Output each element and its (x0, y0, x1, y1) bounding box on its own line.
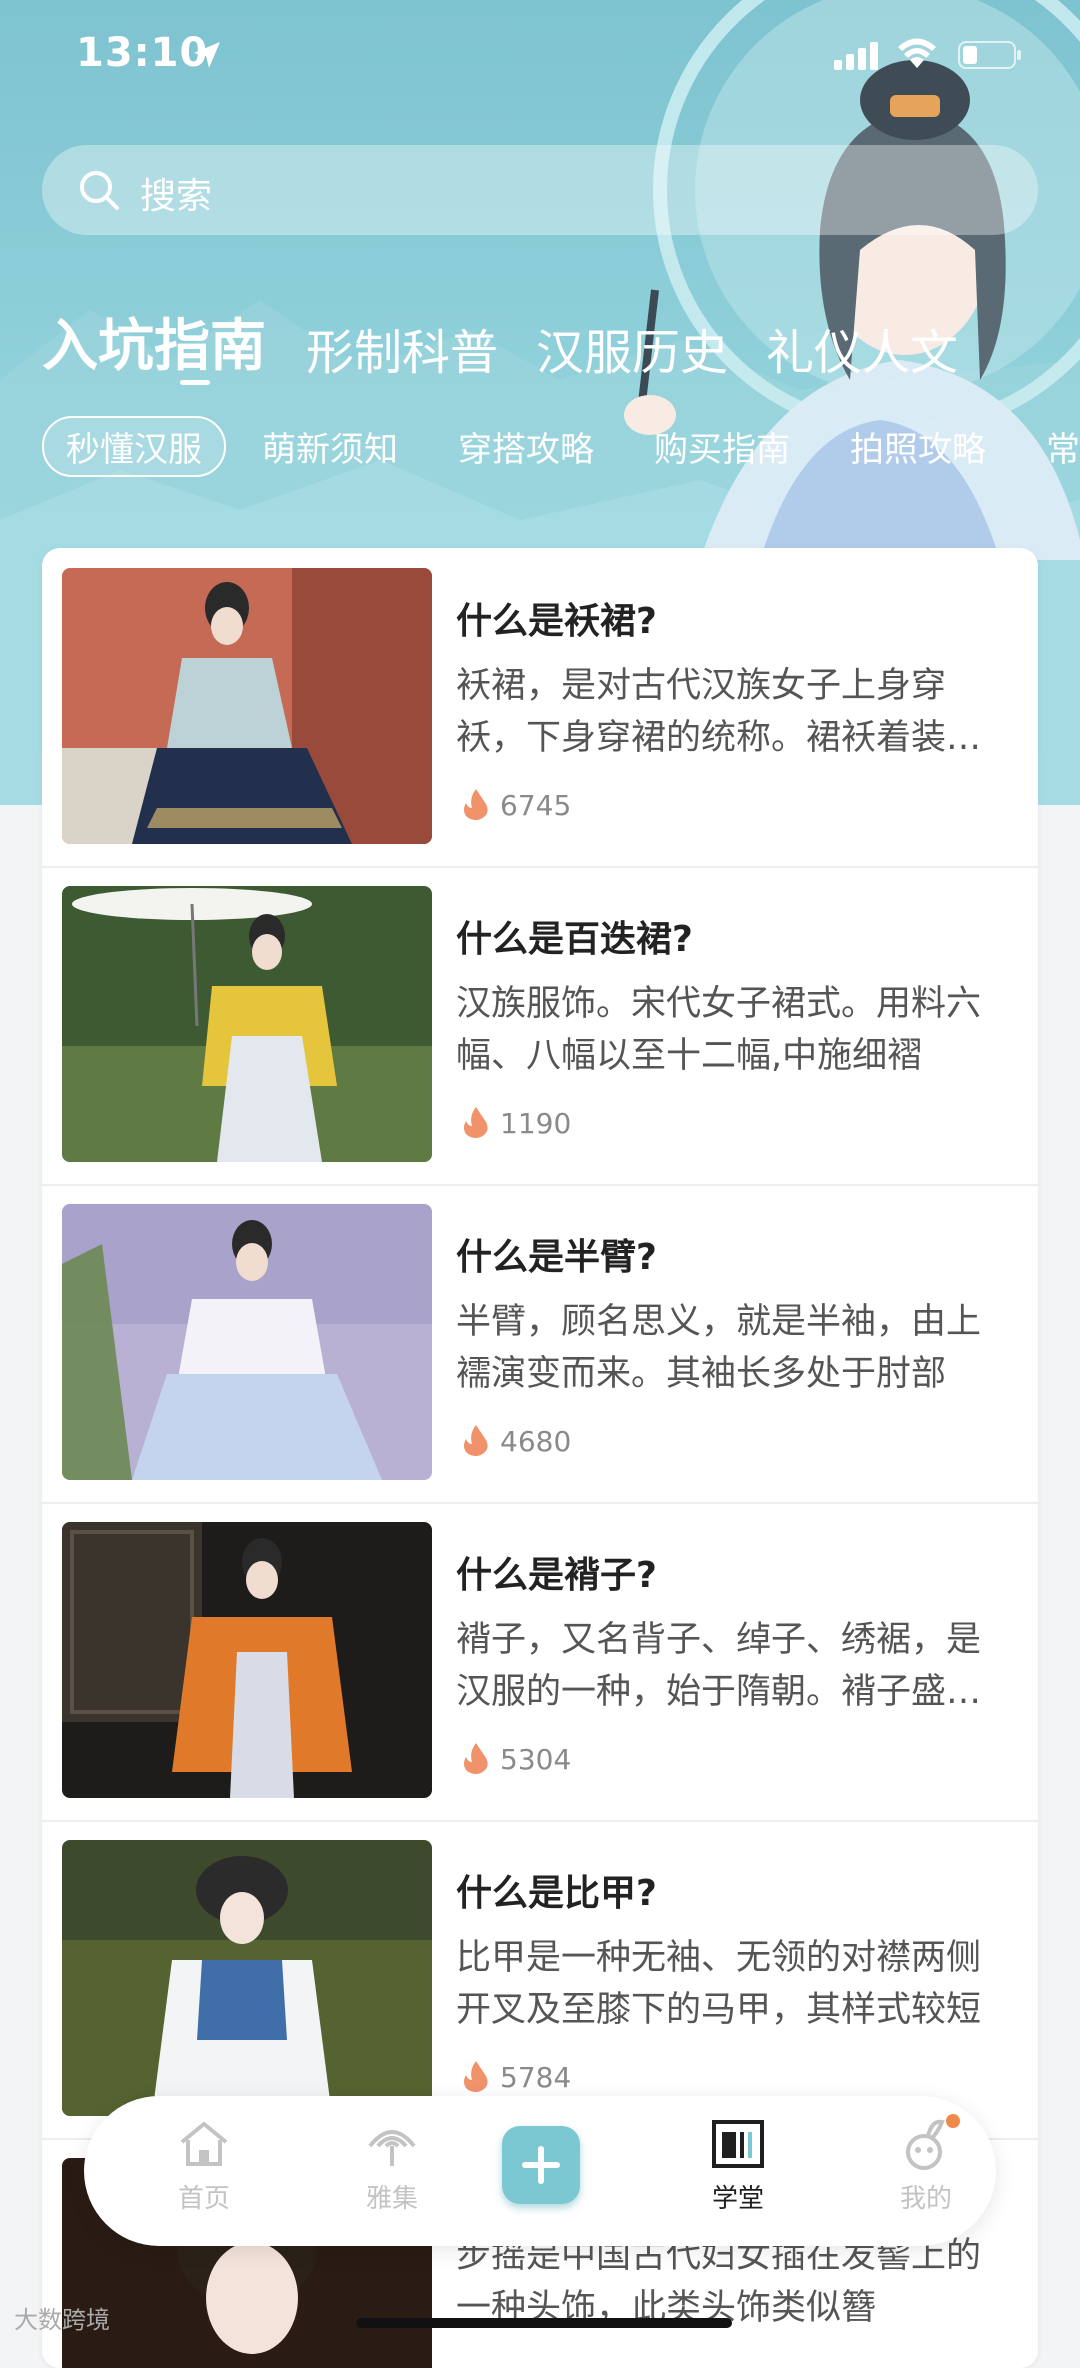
battery-icon (958, 41, 1021, 69)
nav-mine[interactable]: 我的 (866, 2114, 986, 2226)
rabbit-icon (906, 2119, 945, 2170)
article-thumbnail[interactable] (62, 568, 432, 844)
home-indicator (356, 2318, 732, 2328)
search-placeholder: 搜索 (140, 176, 213, 217)
status-bar: 13:10 (0, 0, 1080, 110)
article-summary: 袄裙，是对古代汉族女子上身穿袄，下身穿裙的统称。裙袄着装是明代女子的主要服饰 (456, 666, 982, 758)
article-thumbnail[interactable] (62, 886, 432, 1162)
article-summary: 褙子，又名背子、绰子、绣裾，是汉服的一种，始于隋朝。褙子盛行于宋代 (456, 1620, 982, 1712)
nav-mine-label: 我的 (899, 2184, 952, 2214)
search-bar[interactable]: 搜索 (42, 145, 1038, 235)
nav-school-label: 学堂 (711, 2184, 764, 2214)
signal-icon (834, 42, 878, 70)
view-count-value: 5784 (500, 2061, 572, 2094)
active-tab-indicator (180, 380, 210, 385)
plus-icon (522, 2146, 560, 2184)
search-icon (80, 171, 119, 210)
subcategory-tabs: 秒懂汉服 萌新须知 穿搭攻略 购买指南 拍照攻略 常 (0, 412, 1080, 477)
location-arrow-icon (194, 42, 220, 68)
subtab-newbie[interactable]: 萌新须知 (262, 422, 398, 471)
home-icon (180, 2122, 228, 2166)
article-thumbnail[interactable] (62, 1522, 432, 1798)
tab-guide[interactable]: 入坑指南 (42, 301, 266, 382)
wifi-icon (898, 38, 936, 68)
view-count-value: 5304 (500, 1743, 572, 1776)
umbrella-icon (368, 2130, 416, 2166)
view-count-value: 1190 (500, 1107, 572, 1140)
article-thumbnail[interactable] (62, 1204, 432, 1480)
subtab-photo[interactable]: 拍照攻略 (850, 422, 986, 471)
article-list: 什么是袄裙? 袄裙，是对古代汉族女子上身穿袄，下身穿裙的统称。裙袄着装是明代女子… (42, 548, 1038, 2368)
notification-dot (946, 2114, 960, 2128)
flame-icon (464, 789, 488, 820)
list-item[interactable]: 什么是袄裙? 袄裙，是对古代汉族女子上身穿袄，下身穿裙的统称。裙袄着装是明代女子… (42, 548, 1038, 868)
tab-etiquette[interactable]: 礼仪人文 (766, 313, 958, 383)
flame-icon (464, 1743, 488, 1774)
article-title: 什么是百迭裙? (456, 919, 693, 960)
nav-home[interactable]: 首页 (144, 2116, 264, 2226)
tab-history[interactable]: 汉服历史 (536, 313, 728, 383)
list-item[interactable]: 什么是褙子? 褙子，又名背子、绰子、绣裾，是汉服的一种，始于隋朝。褙子盛行于宋代… (42, 1502, 1038, 1822)
article-title: 什么是半臂? (456, 1237, 657, 1278)
watermark: 大数跨境 (14, 2306, 110, 2334)
nav-school[interactable]: 学堂 (678, 2116, 798, 2226)
add-button[interactable] (502, 2126, 580, 2204)
list-item[interactable]: 什么是比甲? 比甲是一种无袖、无领的对襟两侧开叉及至膝下的马甲，其样式较短 57… (42, 1820, 1038, 2140)
nav-collection-label: 雅集 (365, 2184, 418, 2214)
subtab-buying[interactable]: 购买指南 (654, 422, 790, 471)
article-title: 什么是褙子? (456, 1555, 657, 1596)
article-title: 什么是袄裙? (456, 601, 657, 642)
subtab-outfit[interactable]: 穿搭攻略 (458, 422, 594, 471)
view-count-value: 4680 (500, 1425, 572, 1458)
bottom-navigation: 首页 雅集 学堂 我的 (84, 2096, 996, 2246)
nav-collection[interactable]: 雅集 (332, 2116, 452, 2226)
list-item[interactable]: 什么是百迭裙? 汉族服饰。宋代女子裙式。用料六幅、八幅以至十二幅,中施细褶 11… (42, 866, 1038, 1186)
status-time: 13:10 (76, 30, 209, 76)
subtab-more[interactable]: 常 (1046, 422, 1080, 471)
tab-form-science[interactable]: 形制科普 (306, 313, 498, 383)
article-title: 什么是比甲? (456, 1873, 657, 1914)
article-summary: 半臂，顾名思义，就是半袖，由上襦演变而来。其袖长多处于肘部 (456, 1302, 982, 1394)
subtab-basics[interactable]: 秒懂汉服 (42, 416, 226, 477)
flame-icon (464, 1107, 488, 1138)
list-item[interactable]: 什么是半臂? 半臂，顾名思义，就是半袖，由上襦演变而来。其袖长多处于肘部 468… (42, 1184, 1038, 1504)
article-thumbnail[interactable] (62, 1840, 432, 2116)
nav-home-label: 首页 (177, 2184, 230, 2214)
book-icon (712, 2120, 764, 2168)
article-summary: 汉族服饰。宋代女子裙式。用料六幅、八幅以至十二幅,中施细褶 (456, 984, 982, 1076)
view-count-value: 6745 (500, 789, 572, 822)
article-summary: 比甲是一种无袖、无领的对襟两侧开叉及至膝下的马甲，其样式较短 (456, 1938, 982, 2030)
flame-icon (464, 1425, 488, 1456)
flame-icon (464, 2061, 488, 2092)
